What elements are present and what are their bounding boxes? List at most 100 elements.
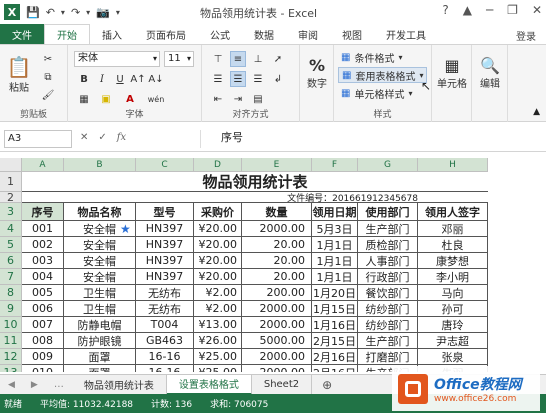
- sheet-tab-2[interactable]: 设置表格格式: [166, 374, 252, 395]
- name-box[interactable]: A3: [4, 130, 72, 148]
- table-header-cell[interactable]: 使用部门: [358, 203, 418, 221]
- align-left-icon[interactable]: ☰: [210, 71, 226, 87]
- row-header[interactable]: 7: [0, 269, 22, 285]
- table-cell[interactable]: 卫生帽: [64, 285, 136, 301]
- scroll-right-icon[interactable]: ▶: [23, 380, 46, 390]
- table-cell[interactable]: ¥20.00: [194, 221, 242, 237]
- customize-qat-icon[interactable]: ▾: [116, 8, 120, 17]
- table-cell[interactable]: 卫生帽: [64, 301, 136, 317]
- table-cell[interactable]: 004: [22, 269, 64, 285]
- align-right-icon[interactable]: ☰: [250, 71, 266, 87]
- table-header-cell[interactable]: 领用日期: [312, 203, 358, 221]
- tab-file[interactable]: 文件: [0, 24, 44, 44]
- table-cell[interactable]: 5000.00: [242, 333, 312, 349]
- undo-icon[interactable]: ↶: [46, 6, 55, 19]
- tab-page-layout[interactable]: 页面布局: [134, 24, 198, 44]
- row-header[interactable]: 2: [0, 192, 22, 203]
- format-as-table-button[interactable]: ▦ 套用表格格式 ▾: [338, 67, 428, 83]
- enter-icon[interactable]: ✓: [98, 132, 106, 143]
- italic-icon[interactable]: I: [94, 71, 110, 87]
- column-header[interactable]: H: [418, 158, 488, 172]
- table-cell[interactable]: 1月1日: [312, 237, 358, 253]
- redo-dropdown-icon[interactable]: ▾: [86, 8, 90, 17]
- table-cell[interactable]: 2000.00: [242, 301, 312, 317]
- table-cell[interactable]: ¥20.00: [194, 269, 242, 285]
- formula-input[interactable]: 序号: [200, 130, 542, 148]
- table-cell[interactable]: 人事部门: [358, 253, 418, 269]
- sheet-title[interactable]: 物品领用统计表: [22, 172, 488, 192]
- table-cell[interactable]: 008: [22, 333, 64, 349]
- table-cell[interactable]: 200.00: [242, 285, 312, 301]
- select-all-corner[interactable]: [0, 158, 22, 172]
- camera-icon[interactable]: 📷: [96, 6, 110, 19]
- table-cell[interactable]: 防护眼镜: [64, 333, 136, 349]
- table-cell[interactable]: 2000.00: [242, 349, 312, 365]
- align-center-icon[interactable]: ☰: [230, 71, 246, 87]
- align-top-icon[interactable]: ⊤: [210, 51, 226, 67]
- redo-icon[interactable]: ↷: [71, 6, 80, 19]
- row-header[interactable]: 6: [0, 253, 22, 269]
- table-header-cell[interactable]: 数量: [242, 203, 312, 221]
- column-header[interactable]: A: [22, 158, 64, 172]
- row-header[interactable]: 13: [0, 365, 22, 372]
- align-bottom-icon[interactable]: ⊥: [250, 51, 266, 67]
- increase-font-icon[interactable]: A↑: [130, 71, 146, 87]
- wrap-text-icon[interactable]: ↲: [270, 71, 286, 87]
- table-cell[interactable]: 2月16日: [312, 365, 358, 372]
- row-header[interactable]: 3: [0, 203, 22, 221]
- table-cell[interactable]: 马向: [418, 285, 488, 301]
- cancel-icon[interactable]: ✕: [80, 132, 88, 143]
- doc-number[interactable]: 文件编号：201661912345678: [22, 192, 488, 203]
- table-cell[interactable]: 尹志超: [418, 333, 488, 349]
- collapse-ribbon-icon[interactable]: ▲: [533, 107, 540, 117]
- font-color-icon[interactable]: A: [122, 91, 138, 107]
- conditional-format-button[interactable]: ▦ 条件格式 ▾: [338, 49, 405, 65]
- table-cell[interactable]: 无纺布: [136, 301, 194, 317]
- table-cell[interactable]: 生产部门: [358, 221, 418, 237]
- row-header[interactable]: 12: [0, 349, 22, 365]
- number-format-button[interactable]: % 数字: [302, 51, 332, 95]
- table-cell[interactable]: 防静电帽: [64, 317, 136, 333]
- column-header[interactable]: F: [312, 158, 358, 172]
- table-cell[interactable]: 安全帽: [64, 269, 136, 285]
- table-cell[interactable]: ¥20.00: [194, 237, 242, 253]
- row-header[interactable]: 9: [0, 301, 22, 317]
- table-cell[interactable]: 005: [22, 285, 64, 301]
- table-cell[interactable]: 006: [22, 301, 64, 317]
- table-cell[interactable]: 1月16日: [312, 317, 358, 333]
- add-sheet-icon[interactable]: ⊕: [312, 378, 342, 392]
- insert-function-icon[interactable]: fx: [117, 132, 126, 143]
- more-sheets-icon[interactable]: …: [46, 379, 72, 390]
- table-cell[interactable]: 2月15日: [312, 333, 358, 349]
- table-cell[interactable]: ¥13.00: [194, 317, 242, 333]
- table-cell[interactable]: 2月16日: [312, 349, 358, 365]
- table-cell[interactable]: ¥20.00: [194, 253, 242, 269]
- table-cell[interactable]: 李小明: [418, 269, 488, 285]
- font-size-combo[interactable]: 11 ▾: [164, 51, 194, 67]
- column-header[interactable]: B: [64, 158, 136, 172]
- table-cell[interactable]: 1月15日: [312, 301, 358, 317]
- font-name-combo[interactable]: 宋体 ▾: [74, 51, 160, 67]
- table-cell[interactable]: 邓丽: [418, 221, 488, 237]
- merge-center-icon[interactable]: ▤: [250, 91, 266, 107]
- table-cell[interactable]: 张泉: [418, 349, 488, 365]
- fill-color-icon[interactable]: ▣: [98, 91, 114, 107]
- table-cell[interactable]: 20.00: [242, 269, 312, 285]
- table-cell[interactable]: 1月20日: [312, 285, 358, 301]
- table-cell[interactable]: 2000.00: [242, 365, 312, 372]
- table-cell[interactable]: 002: [22, 237, 64, 253]
- table-cell[interactable]: 安全帽: [64, 253, 136, 269]
- tab-insert[interactable]: 插入: [90, 24, 134, 44]
- table-cell[interactable]: 纺纱部门: [358, 301, 418, 317]
- minimize-button[interactable]: ─: [486, 3, 493, 17]
- align-middle-icon[interactable]: ≡: [230, 51, 246, 67]
- bold-icon[interactable]: B: [76, 71, 92, 87]
- table-cell[interactable]: 行政部门: [358, 269, 418, 285]
- table-cell[interactable]: 孙可: [418, 301, 488, 317]
- decrease-indent-icon[interactable]: ⇤: [210, 91, 226, 107]
- spreadsheet-grid[interactable]: ABCDEFGH12345678910111213物品领用统计表文件编号：201…: [0, 158, 546, 372]
- table-cell[interactable]: 007: [22, 317, 64, 333]
- table-header-cell[interactable]: 领用人签字: [418, 203, 488, 221]
- table-cell[interactable]: 面罩: [64, 365, 136, 372]
- format-painter-icon[interactable]: 🖌: [40, 87, 56, 103]
